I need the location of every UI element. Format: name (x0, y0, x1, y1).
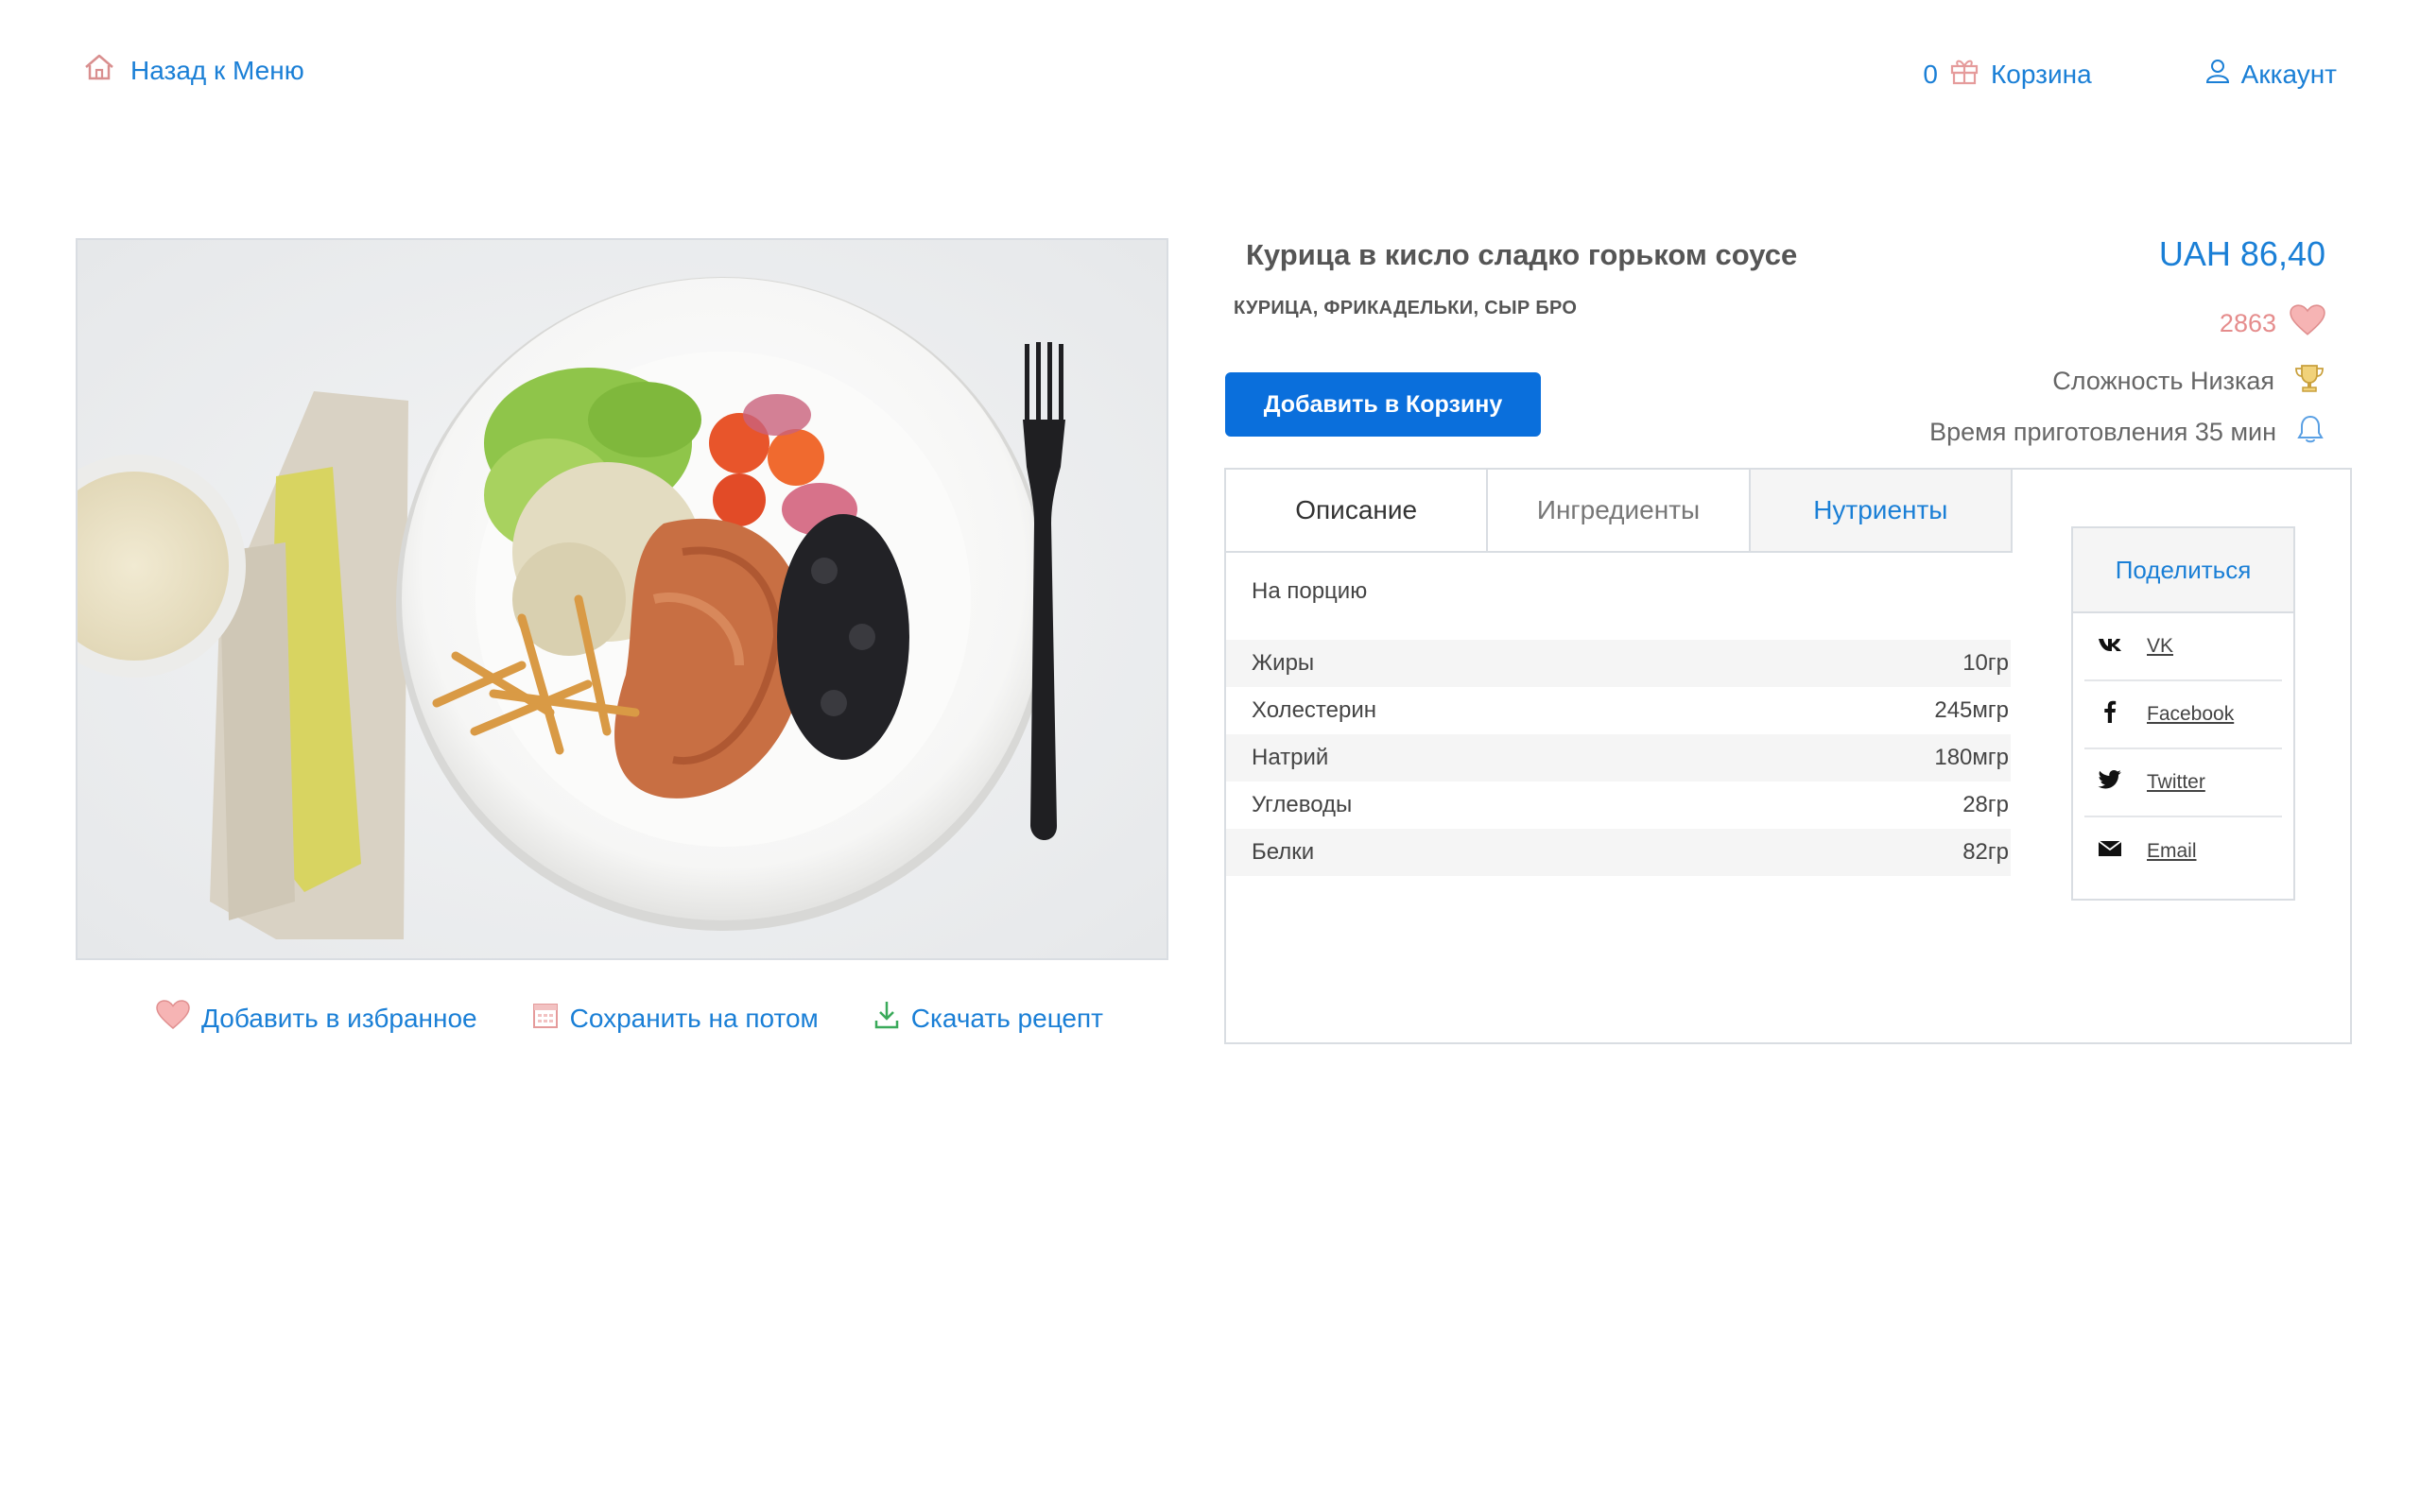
twitter-icon (2098, 769, 2122, 796)
account-label: Аккаунт (2240, 59, 2337, 89)
account-link[interactable]: Аккаунт (2205, 58, 2337, 91)
calendar-icon (532, 1001, 559, 1036)
share-twitter-link[interactable]: Twitter (2084, 749, 2282, 817)
table-row: Натрий 180мгр (1226, 734, 2011, 782)
nutrient-value: 28гр (1962, 792, 2009, 817)
download-icon (873, 1000, 900, 1037)
download-recipe-button[interactable]: Скачать рецепт (873, 1000, 1103, 1037)
trophy-icon (2293, 363, 2325, 400)
share-facebook-link[interactable]: Facebook (2084, 681, 2282, 749)
tab-nutrients[interactable]: Нутриенты (1750, 470, 2013, 553)
table-row: Холестерин 245мгр (1226, 687, 2011, 734)
cart-label: Корзина (1991, 59, 2092, 89)
nutrient-name: Углеводы (1252, 792, 1353, 817)
per-portion-label: На порцию (1252, 578, 1368, 604)
share-email-link[interactable]: Email (2084, 817, 2282, 885)
nutrient-value: 245мгр (1934, 697, 2009, 723)
table-row: Углеводы 28гр (1226, 782, 2011, 829)
nutrient-value: 82гр (1962, 839, 2009, 865)
user-icon (2205, 58, 2230, 91)
cook-time-label: Время приготовления 35 мин (1929, 418, 2276, 446)
bell-icon (2295, 414, 2325, 451)
back-label: Назад к Меню (130, 55, 304, 85)
vk-icon (2098, 635, 2122, 658)
table-row: Белки 82гр (1226, 829, 2011, 876)
tab-description[interactable]: Описание (1226, 470, 1489, 553)
heart-icon (2290, 304, 2325, 343)
difficulty-label: Сложность Низкая (2052, 367, 2274, 395)
share-email-label: Email (2147, 840, 2197, 862)
nutrition-table: Жиры 10гр Холестерин 245мгр Натрий 180мг… (1226, 640, 2011, 876)
product-price: UAH 86,40 (2158, 234, 2325, 273)
dish-photo (76, 238, 1168, 960)
nutrient-name: Натрий (1252, 745, 1329, 770)
back-to-menu-link[interactable]: Назад к Меню (83, 53, 304, 88)
details-panel: Описание Ингредиенты Нутриенты На порцию… (1224, 468, 2352, 1044)
nutrient-value: 180мгр (1934, 745, 2009, 770)
product-subtitle: КУРИЦА, ФРИКАДЕЛЬКИ, СЫР БРО (1234, 298, 1578, 318)
share-title[interactable]: Поделиться (2073, 528, 2293, 613)
cart-link[interactable]: 0 Корзина (1923, 57, 2091, 92)
cook-time-row: Время приготовления 35 мин (1929, 414, 2325, 451)
nutrient-name: Белки (1252, 839, 1315, 865)
share-vk-label: VK (2147, 635, 2174, 657)
difficulty-row: Сложность Низкая (2052, 363, 2325, 400)
product-title: Курица в кисло сладко горьком соусе (1246, 238, 1798, 271)
details-tabs: Описание Ингредиенты Нутриенты (1226, 470, 2013, 553)
share-box: Поделиться VK Facebook Twitter Email (2071, 526, 2295, 901)
gift-icon (1949, 57, 1979, 92)
nutrient-name: Холестерин (1252, 697, 1376, 723)
share-twitter-label: Twitter (2147, 771, 2205, 793)
add-to-favorites-button[interactable]: Добавить в избранное (156, 1000, 477, 1037)
cart-count: 0 (1923, 59, 1938, 89)
likes-counter[interactable]: 2863 (2220, 304, 2325, 343)
table-row: Жиры 10гр (1226, 640, 2011, 687)
nutrient-name: Жиры (1252, 650, 1315, 676)
add-to-cart-button[interactable]: Добавить в Корзину (1225, 372, 1541, 437)
download-recipe-label: Скачать рецепт (910, 1003, 1103, 1033)
share-facebook-label: Facebook (2147, 703, 2235, 725)
add-to-favorites-label: Добавить в избранное (201, 1003, 477, 1033)
save-for-later-label: Сохранить на потом (569, 1003, 819, 1033)
tab-ingredients[interactable]: Ингредиенты (1488, 470, 1751, 553)
home-icon (83, 53, 115, 88)
nutrient-value: 10гр (1962, 650, 2009, 676)
share-vk-link[interactable]: VK (2084, 613, 2282, 681)
heart-icon (156, 1000, 190, 1037)
facebook-icon (2098, 699, 2122, 730)
email-icon (2098, 840, 2122, 863)
save-for-later-button[interactable]: Сохранить на потом (532, 1001, 819, 1036)
likes-count: 2863 (2219, 309, 2276, 337)
